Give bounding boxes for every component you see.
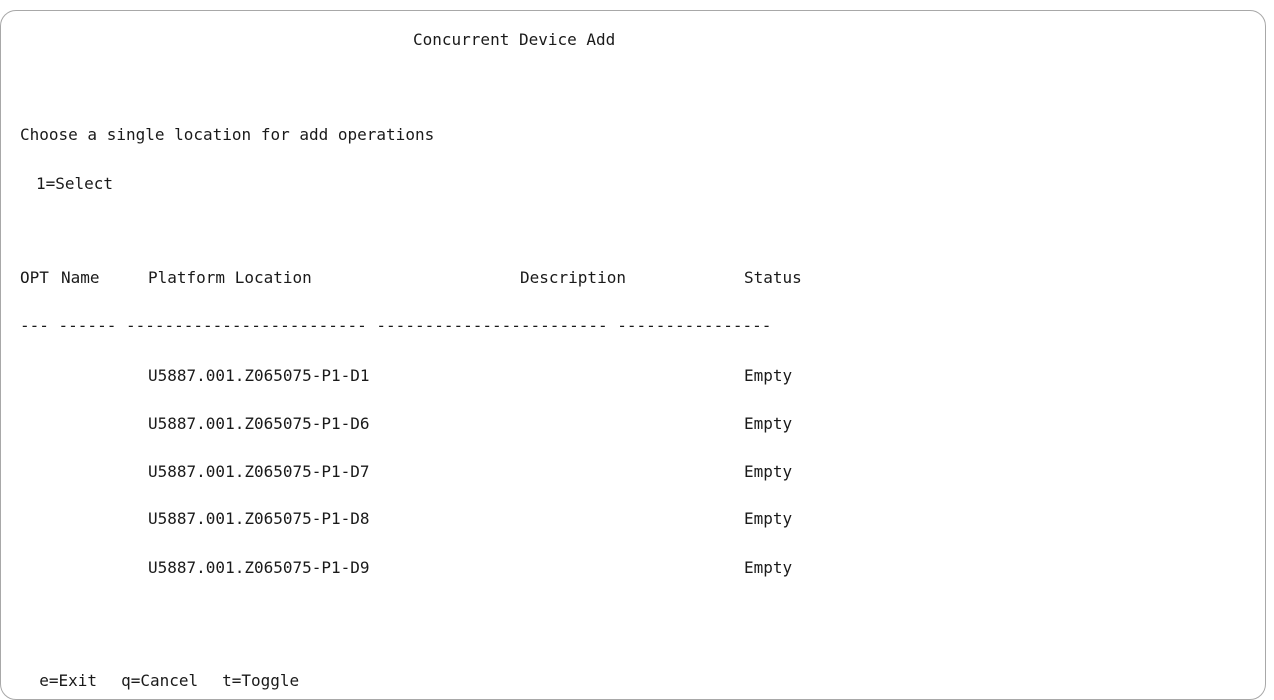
row-status: Empty <box>744 366 793 385</box>
table-header-divider: --- ------ ------------------------- ---… <box>20 316 772 335</box>
cancel-key[interactable]: q=Cancel <box>121 671 198 691</box>
row-status: Empty <box>744 414 793 433</box>
row-status: Empty <box>744 558 793 577</box>
row-platform-location: U5887.001.Z065075-P1-D9 <box>148 558 370 577</box>
row-platform-location: U5887.001.Z065075-P1-D6 <box>148 414 370 433</box>
row-platform-location: U5887.001.Z065075-P1-D7 <box>148 462 370 481</box>
column-header-name: Name <box>61 268 100 287</box>
row-platform-location: U5887.001.Z065075-P1-D8 <box>148 509 370 528</box>
instruction-text: Choose a single location for add operati… <box>20 125 435 144</box>
column-header-platform-location: Platform Location <box>148 268 312 287</box>
terminal-frame <box>0 10 1266 700</box>
column-header-opt: OPT <box>20 268 49 287</box>
row-status: Empty <box>744 509 793 528</box>
column-header-description: Description <box>520 268 626 287</box>
row-status: Empty <box>744 462 793 481</box>
function-key-bar: e=Exit q=Cancel t=Toggle <box>20 651 299 691</box>
column-header-status: Status <box>744 268 802 287</box>
toggle-key[interactable]: t=Toggle <box>222 671 299 691</box>
exit-key[interactable]: e=Exit <box>39 671 97 691</box>
screen-title: Concurrent Device Add <box>413 30 616 49</box>
option-legend-select: 1=Select <box>36 174 114 193</box>
row-platform-location: U5887.001.Z065075-P1-D1 <box>148 366 370 385</box>
